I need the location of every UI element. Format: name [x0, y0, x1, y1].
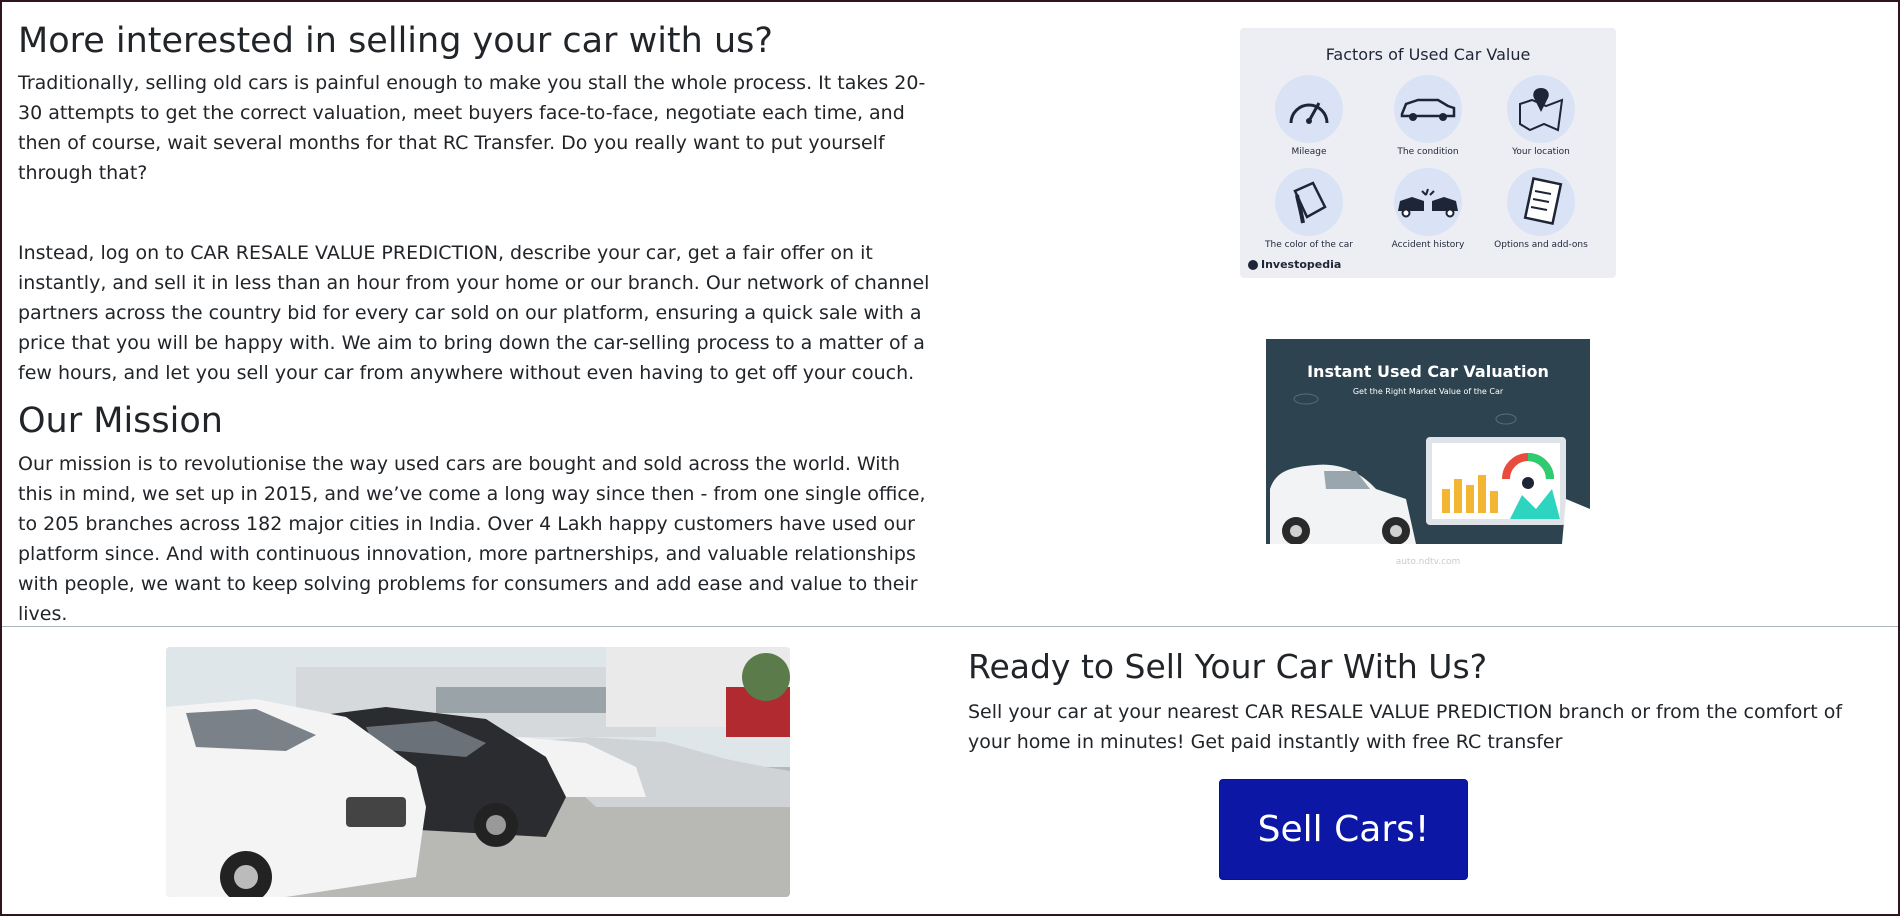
sell-text-column: Ready to Sell Your Car With Us? Sell you… — [968, 647, 1888, 757]
factor-label: Mileage — [1291, 147, 1327, 157]
factors-title: Factors of Used Car Value — [1325, 45, 1531, 64]
car-icon — [1394, 75, 1462, 143]
factor-label: Your location — [1512, 147, 1570, 157]
investopedia-logo: Investopedia — [1248, 258, 1341, 271]
car-laptop-illustration — [1270, 393, 1590, 544]
factor-mileage: Mileage — [1249, 75, 1369, 157]
car-crash-icon — [1394, 168, 1462, 236]
sell-section: Ready to Sell Your Car With Us? Sell you… — [2, 626, 1898, 917]
sell-cars-button[interactable]: Sell Cars! — [1219, 779, 1468, 880]
map-pin-icon — [1507, 75, 1575, 143]
speedometer-icon — [1275, 75, 1343, 143]
factor-condition: The condition — [1368, 75, 1488, 157]
image-source-caption: auto.ndtv.com — [1395, 557, 1461, 567]
about-section: More interested in selling your car with… — [2, 2, 1898, 625]
factor-label: The color of the car — [1265, 240, 1353, 250]
about-paragraph-2: Instead, log on to CAR RESALE VALUE PRED… — [18, 242, 930, 384]
about-heading: More interested in selling your car with… — [18, 21, 773, 61]
car-lot-photo — [166, 647, 790, 897]
factor-location: Your location — [1481, 75, 1601, 157]
brand-icon — [1248, 259, 1258, 270]
sell-paragraph: Sell your car at your nearest CAR RESALE… — [968, 700, 1843, 753]
about-paragraph-1: Traditionally, selling old cars is painf… — [18, 72, 926, 184]
checklist-icon — [1507, 168, 1575, 236]
valuation-infographic: Instant Used Car Valuation Get the Right… — [1266, 339, 1590, 544]
paint-bucket-icon — [1275, 168, 1343, 236]
mission-heading: Our Mission — [18, 401, 223, 441]
mission-paragraph: Our mission is to revolutionise the way … — [18, 453, 926, 625]
factor-label: The condition — [1397, 147, 1459, 157]
brand-name: Investopedia — [1261, 258, 1342, 271]
about-text-column: More interested in selling your car with… — [18, 20, 938, 629]
factors-infographic: Factors of Used Car Value Mileage The co… — [1240, 28, 1616, 278]
factor-label: Accident history — [1391, 240, 1465, 250]
factor-options: Options and add-ons — [1481, 168, 1601, 250]
factor-label: Options and add-ons — [1494, 240, 1588, 250]
factor-color: The color of the car — [1249, 168, 1369, 250]
sell-heading: Ready to Sell Your Car With Us? — [968, 647, 1488, 686]
factor-accident: Accident history — [1368, 168, 1488, 250]
